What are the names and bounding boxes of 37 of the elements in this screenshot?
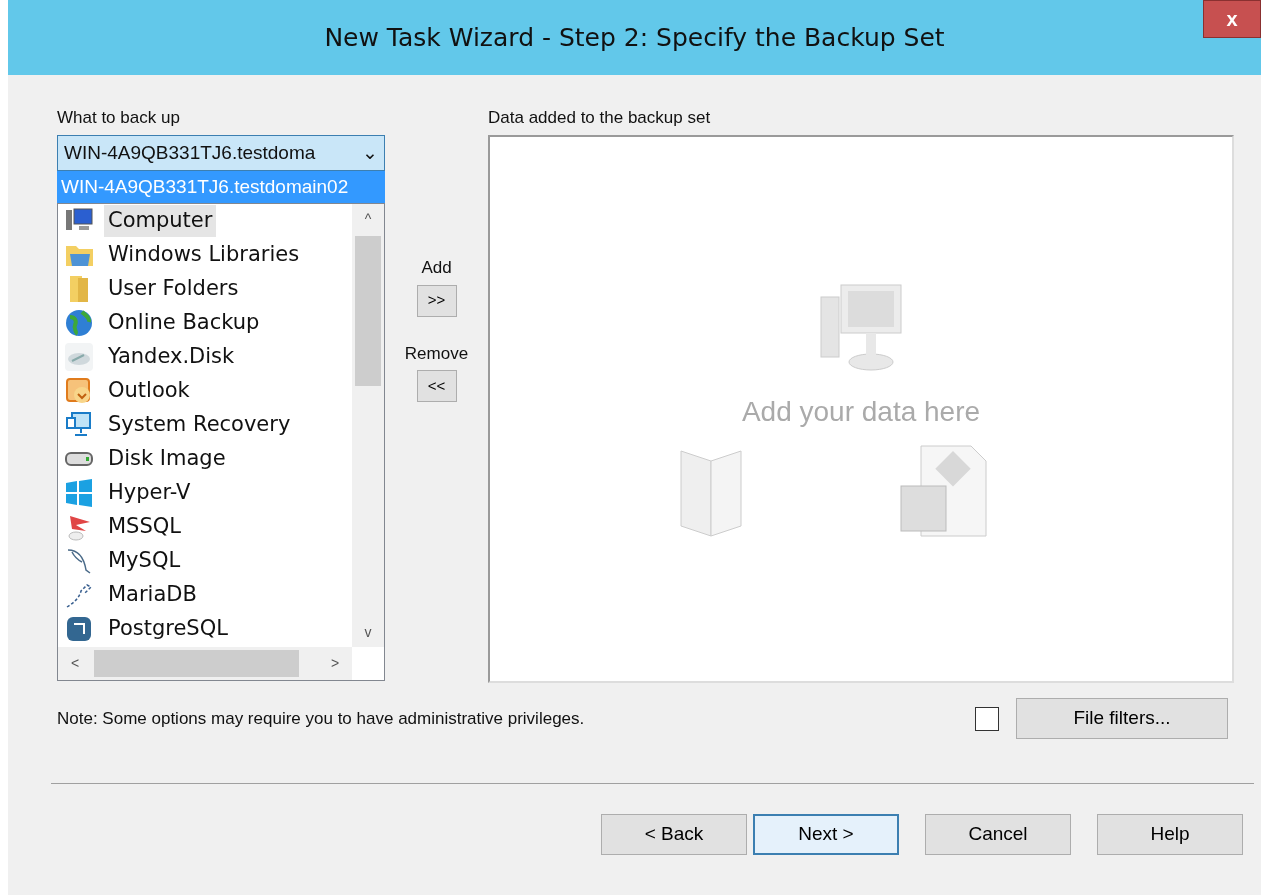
horizontal-scrollbar[interactable]: < >: [58, 647, 352, 680]
list-item[interactable]: Computer: [104, 205, 217, 237]
add-label: Add: [421, 257, 452, 279]
windows-logo-icon: [64, 478, 94, 508]
list-item[interactable]: Windows Libraries: [104, 239, 304, 271]
source-label: What to back up: [57, 107, 181, 129]
target-label: Data added to the backup set: [488, 107, 712, 129]
globe-icon: [64, 308, 94, 338]
list-item[interactable]: Hyper-V: [104, 477, 195, 509]
list-item[interactable]: Online Backup: [104, 307, 264, 339]
scroll-thumb[interactable]: [94, 650, 299, 677]
remove-label: Remove: [404, 342, 469, 365]
close-button[interactable]: x: [1203, 0, 1261, 38]
list-item[interactable]: Disk Image: [104, 443, 230, 475]
scroll-thumb[interactable]: [355, 236, 381, 386]
vertical-scrollbar[interactable]: ^ v: [352, 204, 384, 647]
list-item[interactable]: Outlook: [104, 375, 194, 407]
file-filters-button[interactable]: File filters...: [1016, 698, 1228, 739]
empty-hint: Add your data here: [741, 395, 981, 429]
remove-button[interactable]: <<: [416, 370, 457, 402]
list-item[interactable]: MSSQL: [104, 511, 185, 543]
add-button[interactable]: >>: [416, 284, 457, 317]
list-item[interactable]: Yandex.Disk: [104, 341, 239, 373]
filter-checkbox[interactable]: [975, 706, 999, 731]
dialog-button[interactable]: Cancel: [925, 814, 1071, 855]
dialog-button[interactable]: < Back: [601, 814, 747, 855]
list-item[interactable]: System Recovery: [104, 409, 295, 441]
list-item[interactable]: MySQL: [104, 545, 185, 577]
note-text: Note: Some options may require you to have administrative privileges.: [57, 707, 586, 730]
window-title: New Task Wizard - Step 2: Specify the Backup Set: [324, 21, 945, 54]
list-item[interactable]: PostgreSQL: [104, 613, 232, 645]
cloud-icon: [64, 342, 94, 372]
list-item[interactable]: MariaDB: [104, 579, 201, 611]
list-item[interactable]: User Folders: [104, 273, 243, 305]
computer-dropdown[interactable]: WIN-4A9QB331TJ6.testdoma ⌄: [57, 135, 385, 171]
dialog-button[interactable]: Next >: [753, 814, 899, 855]
dialog-button[interactable]: Help: [1097, 814, 1243, 855]
